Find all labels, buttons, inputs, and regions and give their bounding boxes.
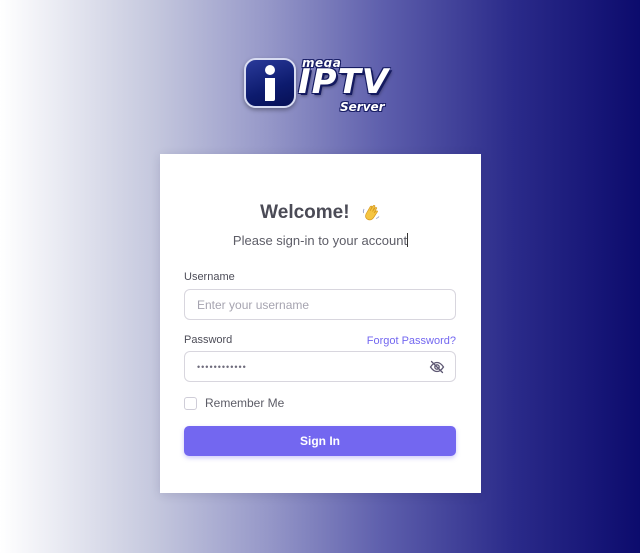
password-label: Password: [184, 334, 233, 346]
logo-iptv-text: IPTV: [298, 62, 390, 102]
welcome-heading: Welcome!: [160, 202, 481, 224]
iptv-logo-icon: [244, 58, 296, 108]
signin-subtitle-text: Please sign-in to your account: [232, 233, 408, 248]
sign-in-button[interactable]: Sign In: [184, 426, 456, 456]
password-field-wrapper: [184, 351, 456, 382]
login-card: Welcome! Please sign-in to your account …: [160, 154, 481, 493]
username-label: Username: [184, 271, 235, 283]
username-field-wrapper: [184, 289, 456, 320]
password-input[interactable]: [185, 352, 455, 381]
eye-off-icon[interactable]: [429, 359, 445, 375]
forgot-password-link[interactable]: Forgot Password?: [367, 335, 456, 347]
waving-hand-icon: [362, 205, 380, 221]
remember-me-checkbox[interactable]: [184, 396, 197, 410]
logo-i-glyph: [265, 65, 275, 101]
app-logo: mega IPTV Server: [244, 56, 396, 118]
remember-me-row: Remember Me: [184, 396, 284, 410]
signin-subtitle: Please sign-in to your account: [160, 233, 481, 248]
username-input[interactable]: [185, 290, 455, 319]
welcome-title: Welcome!: [260, 202, 350, 223]
logo-server-text: Server: [340, 100, 385, 114]
text-caret: [407, 233, 409, 247]
remember-me-label[interactable]: Remember Me: [205, 396, 284, 410]
